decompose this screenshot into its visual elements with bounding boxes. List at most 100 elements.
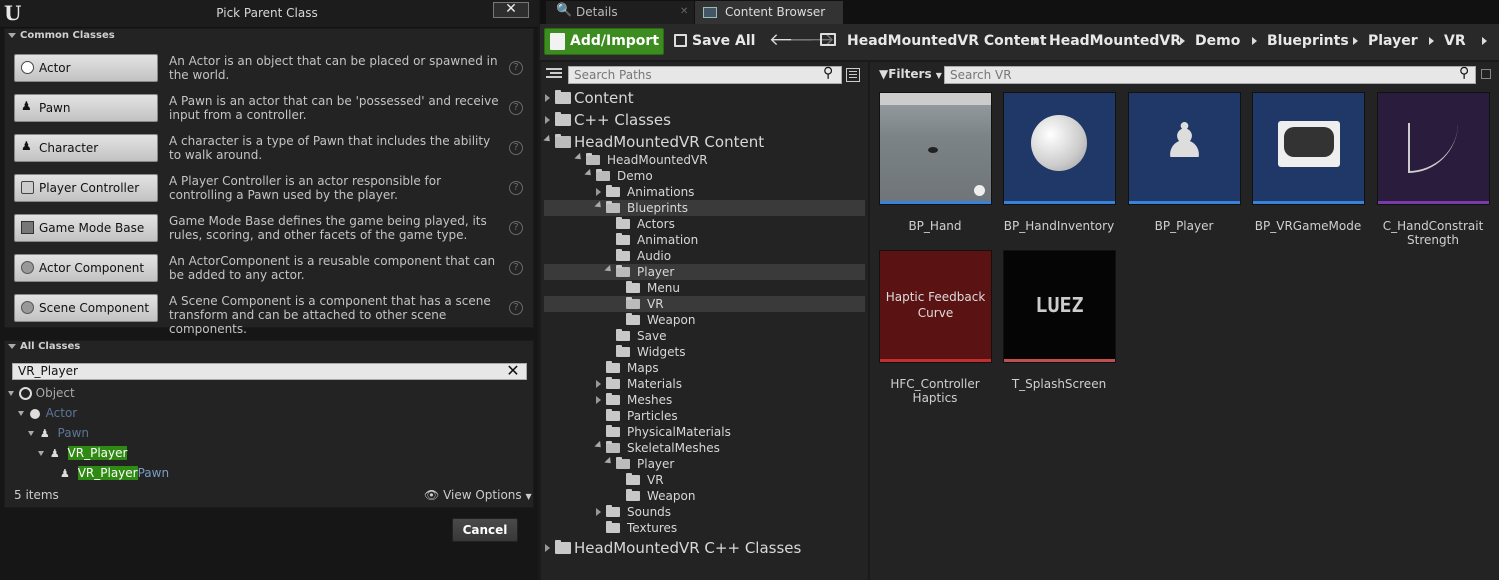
path-item-materials[interactable]: Materials [544,376,865,392]
breadcrumb-item[interactable]: VR [1444,30,1466,52]
path-item-sounds[interactable]: Sounds [544,504,865,520]
breadcrumb-separator-icon[interactable] [1429,37,1434,45]
clear-search-icon[interactable]: ✕ [506,363,520,379]
expand-arrow-icon[interactable] [545,544,550,552]
path-item-menu[interactable]: Menu [544,280,865,296]
class-button-scene-component[interactable]: Scene Component [14,294,158,322]
path-item-physmat[interactable]: PhysicalMaterials [544,424,865,440]
tree-row-vr-player[interactable]: ♟ VR_Player [38,445,128,461]
breadcrumb-item[interactable]: HeadMountedVR Content [847,30,1047,52]
asset-tile-bp-hand[interactable] [879,92,992,205]
path-item-hmvr_content[interactable]: HeadMountedVR Content [543,131,865,153]
filters-button[interactable]: ▼Filters ▼ [879,67,942,81]
breadcrumb-separator-icon[interactable] [1482,37,1487,45]
common-classes-header[interactable]: Common Classes [8,30,115,41]
view-options-icon[interactable] [846,68,860,82]
expand-arrow-icon[interactable] [545,116,550,124]
tab-content-browser[interactable]: Content Browser [695,1,843,24]
collapse-arrow-icon[interactable] [574,152,584,163]
add-import-button[interactable]: Add/Import ▼ [544,28,664,72]
view-options-button[interactable]: 👁 View Options ▼ [424,488,532,502]
path-item-hmvr_cpp[interactable]: HeadMountedVR C++ Classes [544,537,865,559]
save-all-button[interactable]: Save All [674,30,755,52]
tree-row-actor[interactable]: Actor [18,405,77,421]
path-item-textures[interactable]: Textures [544,520,865,536]
class-button-game-mode-base[interactable]: Game Mode Base [14,214,158,242]
path-item-audio[interactable]: Audio [544,248,865,264]
collapse-arrow-icon[interactable] [543,134,553,145]
path-item-player[interactable]: Player [544,264,865,280]
close-button[interactable]: ✕ [493,2,529,18]
path-item-animations[interactable]: Animations [544,184,865,200]
expand-arrow-icon[interactable] [596,508,601,516]
asset-tile-bp-handinventory[interactable] [1003,92,1116,205]
path-item-sk_player[interactable]: Player [544,456,865,472]
help-icon[interactable]: ? [509,101,523,115]
class-search-input[interactable]: VR_Player [12,363,527,380]
all-classes-header[interactable]: All Classes [8,341,80,352]
path-item-meshes[interactable]: Meshes [544,392,865,408]
path-item-sk_weapon[interactable]: Weapon [544,488,865,504]
tab-details[interactable]: 🔍 Details ✕ [546,1,694,24]
collapse-panel-icon[interactable] [546,67,562,81]
path-item-content[interactable]: Content [544,87,865,109]
path-item-particles[interactable]: Particles [544,408,865,424]
cancel-button[interactable]: Cancel [452,518,518,542]
collapse-arrow-icon[interactable] [594,200,604,211]
expand-arrow-icon[interactable] [596,396,601,404]
path-item-skeletal[interactable]: SkeletalMeshes [544,440,865,456]
folder-icon [606,425,620,437]
breadcrumb-separator-icon[interactable] [1252,37,1257,45]
search-paths-input[interactable]: Search Paths [568,66,842,84]
path-item-actors[interactable]: Actors [544,216,865,232]
path-item-save[interactable]: Save [544,328,865,344]
breadcrumb-item[interactable]: Demo [1195,30,1240,52]
collapse-arrow-icon[interactable] [604,456,614,467]
asset-tile-c-handconstrait-strength[interactable] [1377,92,1490,205]
path-item-animation[interactable]: Animation [544,232,865,248]
help-icon[interactable]: ? [509,61,523,75]
path-item-vr[interactable]: VR [544,296,865,312]
path-item-blueprints[interactable]: Blueprints [544,200,865,216]
class-button-actor[interactable]: Actor [14,54,158,82]
help-icon[interactable]: ? [509,221,523,235]
tree-row-object[interactable]: Object [8,385,75,401]
path-item-widgets[interactable]: Widgets [544,344,865,360]
save-search-icon[interactable] [1481,69,1491,79]
path-item-weapon[interactable]: Weapon [544,312,865,328]
path-item-hmvr[interactable]: HeadMountedVR [544,152,865,168]
breadcrumb-separator-icon[interactable] [1353,37,1358,45]
class-button-actor-component[interactable]: Actor Component [14,254,158,282]
expand-arrow-icon[interactable] [596,380,601,388]
collapse-arrow-icon[interactable] [584,168,594,179]
expand-arrow-icon[interactable] [545,94,550,102]
tree-row-vr-playerpawn[interactable]: ♟ VR_PlayerPawn [60,465,169,481]
breadcrumb-item[interactable]: HeadMountedVR [1049,30,1181,52]
path-item-demo[interactable]: Demo [544,168,865,184]
help-icon[interactable]: ? [509,141,523,155]
asset-tile-bp-vrgamemode[interactable] [1252,92,1365,205]
path-item-sk_vr[interactable]: VR [544,472,865,488]
search-assets-input[interactable]: Search VR [944,66,1476,84]
breadcrumb-separator-icon[interactable] [1180,37,1185,45]
expand-arrow-icon[interactable] [596,188,601,196]
class-button-character[interactable]: ♟ Character [14,134,158,162]
asset-tile-t-splashscreen[interactable]: LUEZ [1003,250,1116,363]
help-icon[interactable]: ? [509,181,523,195]
class-button-player-controller[interactable]: Player Controller [14,174,158,202]
class-button-pawn[interactable]: ♟ Pawn [14,94,158,122]
asset-tile-bp-player[interactable]: ♟ [1128,92,1241,205]
breadcrumb-item[interactable]: Blueprints [1267,30,1349,52]
tab-close-icon[interactable]: ✕ [680,1,688,23]
help-icon[interactable]: ? [509,261,523,275]
path-item-cpp[interactable]: C++ Classes [544,109,865,131]
tree-row-pawn[interactable]: ♟ Pawn [28,425,89,441]
path-item-maps[interactable]: Maps [544,360,865,376]
folder-icon [606,377,620,389]
breadcrumb-item[interactable]: Player [1368,30,1418,52]
help-icon[interactable]: ? [509,301,523,315]
breadcrumb-separator-icon[interactable] [1034,37,1039,45]
asset-tile-hfc-controller-haptics[interactable]: Haptic Feedback Curve [879,250,992,363]
collapse-arrow-icon[interactable] [594,440,604,451]
collapse-arrow-icon[interactable] [604,264,614,275]
